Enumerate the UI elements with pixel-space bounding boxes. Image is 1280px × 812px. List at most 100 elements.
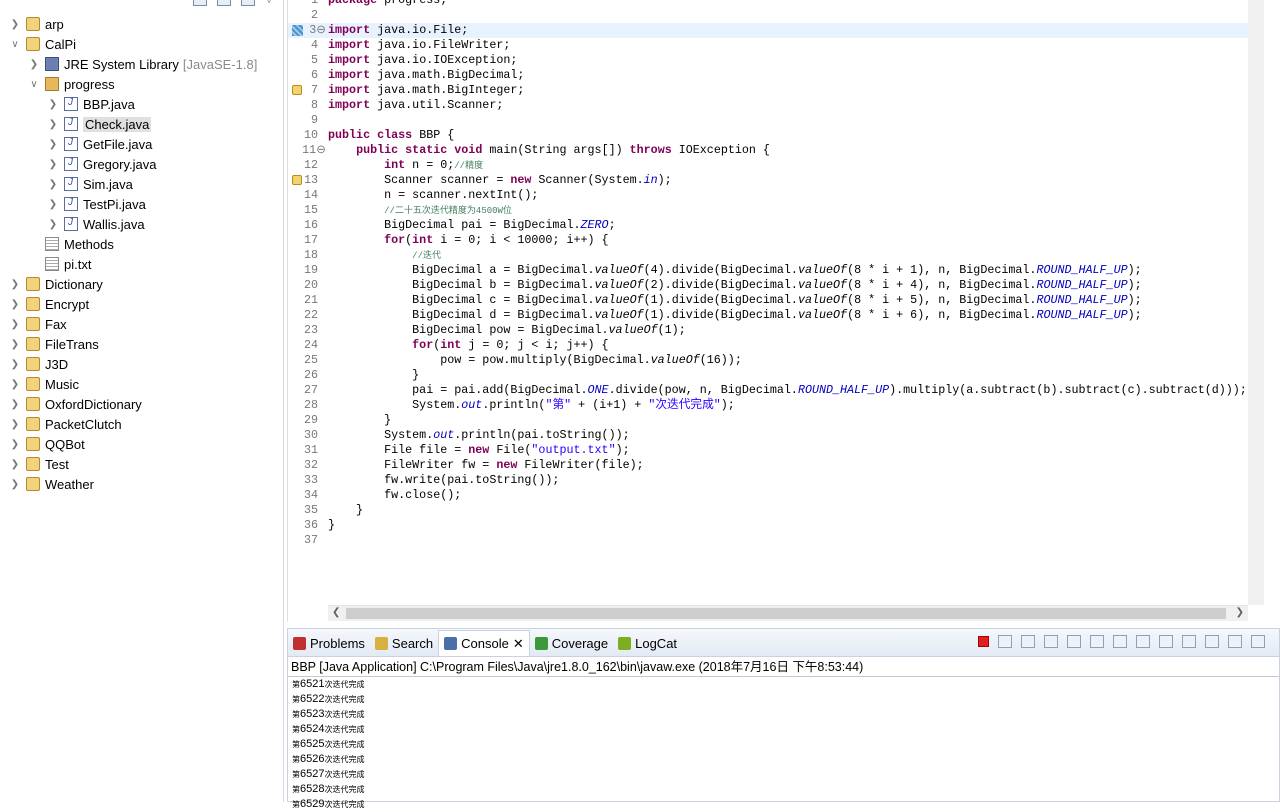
tree-item-j3d[interactable]: ❯ J3D (8, 354, 68, 374)
chevron-right-icon[interactable]: ❯ (8, 319, 22, 330)
minimize-icon[interactable] (1228, 635, 1242, 648)
scroll-lock-icon[interactable] (1067, 635, 1081, 648)
code-line[interactable]: 20 BigDecimal b = BigDecimal.valueOf(2).… (288, 278, 1248, 293)
tree-item-oxforddictionary[interactable]: ❯ OxfordDictionary (8, 394, 142, 414)
console-output[interactable]: 第6521次迭代完成 第6522次迭代完成 第6523次迭代完成 第6524次迭代完成… (288, 677, 1279, 812)
remove-all-icon[interactable] (1021, 635, 1035, 648)
chevron-right-icon[interactable]: ❯ (27, 59, 41, 70)
view-menu-icon[interactable]: ▽ (265, 0, 273, 6)
show-on-stdout-icon[interactable] (1113, 635, 1127, 648)
code-line[interactable]: 28 System.out.println("第" + (i+1) + "次迭代… (288, 398, 1248, 413)
code-line[interactable]: 1 package progress; (288, 0, 1248, 8)
tree-item-getfile-java[interactable]: ❯ GetFile.java (46, 134, 153, 154)
tree-item-gregory-java[interactable]: ❯ Gregory.java (46, 154, 157, 174)
scrollbar-thumb[interactable] (346, 608, 1226, 619)
code-line[interactable]: 23 BigDecimal pow = BigDecimal.valueOf(1… (288, 323, 1248, 338)
terminate-icon[interactable] (978, 636, 989, 647)
display-console-icon[interactable] (1182, 635, 1196, 648)
code-line[interactable]: 15 //二十五次迭代精度为4500W位 (288, 203, 1248, 218)
tree-item-progress[interactable]: ∨ progress (27, 74, 114, 94)
code-line[interactable]: 16 BigDecimal pai = BigDecimal.ZERO; (288, 218, 1248, 233)
code-line[interactable]: 24 for(int j = 0; j < i; j++) { (288, 338, 1248, 353)
code-line[interactable]: 6 import java.math.BigDecimal; (288, 68, 1248, 83)
tree-item-testpi-java[interactable]: ❯ TestPi.java (46, 194, 146, 214)
code-editor[interactable]: 1 package progress; 2 3⊖ import java.io.File… (287, 0, 1280, 622)
tree-item-packetclutch[interactable]: ❯ PacketClutch (8, 414, 122, 434)
code-lines[interactable]: 1 package progress; 2 3⊖ import java.io.File… (288, 0, 1248, 548)
tree-item-check-java[interactable]: ❯ Check.java (46, 114, 152, 134)
open-console-icon[interactable] (1205, 635, 1219, 648)
chevron-right-icon[interactable]: ❯ (8, 439, 22, 450)
chevron-right-icon[interactable]: ❯ (8, 479, 22, 490)
code-line[interactable]: 25 pow = pow.multiply(BigDecimal.valueOf… (288, 353, 1248, 368)
word-wrap-icon[interactable] (1090, 635, 1104, 648)
code-line[interactable]: 9 (288, 113, 1248, 128)
code-line[interactable]: 30 System.out.println(pai.toString()); (288, 428, 1248, 443)
code-line[interactable]: 18 //迭代 (288, 248, 1248, 263)
code-line[interactable]: 8 import java.util.Scanner; (288, 98, 1248, 113)
tree-item-calpi[interactable]: ∨ CalPi (8, 34, 76, 54)
chevron-right-icon[interactable]: ❯ (46, 99, 60, 110)
chevron-right-icon[interactable]: ❯ (8, 339, 22, 350)
tree-item-qqbot[interactable]: ❯ QQBot (8, 434, 85, 454)
chevron-right-icon[interactable]: ❯ (46, 199, 60, 210)
tab-problems[interactable]: Problems (288, 630, 370, 656)
tree-item-music[interactable]: ❯ Music (8, 374, 79, 394)
chevron-right-icon[interactable]: ❯ (8, 279, 22, 290)
code-line[interactable]: 3⊖ import java.io.File; (288, 23, 1248, 38)
link-with-editor-icon[interactable] (217, 0, 232, 6)
code-line[interactable]: 14 n = scanner.nextInt(); (288, 188, 1248, 203)
code-line[interactable]: 34 fw.close(); (288, 488, 1248, 503)
scroll-left-icon[interactable]: ❮ (332, 607, 340, 618)
tree-item-dictionary[interactable]: ❯ Dictionary (8, 274, 103, 294)
code-line[interactable]: 36} (288, 518, 1248, 533)
horizontal-scrollbar[interactable]: ❮ ❯ (328, 605, 1248, 621)
tree-item-sim-java[interactable]: ❯ Sim.java (46, 174, 133, 194)
tree-item-test[interactable]: ❯ Test (8, 454, 69, 474)
chevron-right-icon[interactable]: ❯ (8, 359, 22, 370)
code-line[interactable]: 19 BigDecimal a = BigDecimal.valueOf(4).… (288, 263, 1248, 278)
tree-item-arp[interactable]: ❯ arp (8, 14, 64, 34)
tab-logcat[interactable]: LogCat (613, 630, 682, 656)
show-on-stderr-icon[interactable] (1136, 635, 1150, 648)
chevron-down-icon[interactable]: ∨ (8, 39, 22, 50)
code-line[interactable]: 21 BigDecimal c = BigDecimal.valueOf(1).… (288, 293, 1248, 308)
code-line[interactable]: 33 fw.write(pai.toString()); (288, 473, 1248, 488)
maximize-icon[interactable] (1251, 635, 1265, 648)
tree-item-wallis-java[interactable]: ❯ Wallis.java (46, 214, 145, 234)
code-line[interactable]: 22 BigDecimal d = BigDecimal.valueOf(1).… (288, 308, 1248, 323)
chevron-right-icon[interactable]: ❯ (8, 379, 22, 390)
chevron-right-icon[interactable]: ❯ (8, 19, 22, 30)
chevron-right-icon[interactable]: ❯ (46, 219, 60, 230)
code-line[interactable]: 31 File file = new File("output.txt"); (288, 443, 1248, 458)
tree-item-methods[interactable]: Methods (27, 234, 114, 254)
code-line[interactable]: 13 Scanner scanner = new Scanner(System.… (288, 173, 1248, 188)
filter-icon[interactable] (241, 0, 256, 6)
code-line[interactable]: 7 import java.math.BigInteger; (288, 83, 1248, 98)
chevron-right-icon[interactable]: ❯ (46, 159, 60, 170)
tree-item-fax[interactable]: ❯ Fax (8, 314, 67, 334)
tab-coverage[interactable]: Coverage (530, 630, 613, 656)
code-line[interactable]: 37 (288, 533, 1248, 548)
close-icon[interactable]: ✕ (513, 636, 524, 652)
chevron-right-icon[interactable]: ❯ (8, 299, 22, 310)
scroll-right-icon[interactable]: ❯ (1236, 607, 1244, 618)
chevron-right-icon[interactable]: ❯ (46, 179, 60, 190)
code-line[interactable]: 11⊖ public static void main(String args[… (288, 143, 1248, 158)
chevron-right-icon[interactable]: ❯ (8, 419, 22, 430)
code-line[interactable]: 29 } (288, 413, 1248, 428)
tree-item-jre-system-library[interactable]: ❯ JRE System Library [JavaSE-1.8] (27, 54, 258, 74)
code-line[interactable]: 17 for(int i = 0; i < 10000; i++) { (288, 233, 1248, 248)
code-line[interactable]: 35 } (288, 503, 1248, 518)
code-line[interactable]: 10 public class BBP { (288, 128, 1248, 143)
chevron-right-icon[interactable]: ❯ (46, 139, 60, 150)
tree-item-encrypt[interactable]: ❯ Encrypt (8, 294, 89, 314)
chevron-right-icon[interactable]: ❯ (8, 399, 22, 410)
tree-item-weather[interactable]: ❯ Weather (8, 474, 94, 494)
tree-item-pi-txt[interactable]: pi.txt (27, 254, 91, 274)
remove-launch-icon[interactable] (998, 635, 1012, 648)
chevron-right-icon[interactable]: ❯ (8, 459, 22, 470)
clear-console-icon[interactable] (1044, 635, 1058, 648)
code-line[interactable]: 27 pai = pai.add(BigDecimal.ONE.divide(p… (288, 383, 1248, 398)
tab-console[interactable]: Console ✕ (438, 630, 530, 656)
